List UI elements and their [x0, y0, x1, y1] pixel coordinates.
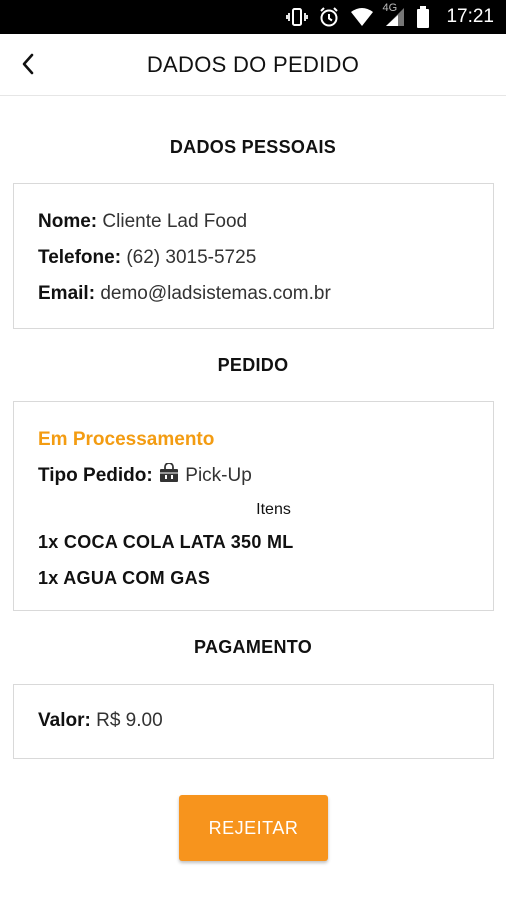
order-status: Em Processamento	[38, 429, 215, 450]
order-item: 1x AGUA COM GAS	[38, 568, 211, 588]
status-bar: 4G 17:21	[0, 0, 506, 34]
items-label: Itens	[256, 501, 291, 518]
payment-value: R$ 9.00	[96, 710, 163, 731]
payment-value-label: Valor:	[38, 710, 91, 731]
battery-icon	[416, 6, 430, 28]
payment-card: Valor: R$ 9.00	[13, 684, 494, 759]
network-type-label: 4G	[382, 2, 398, 14]
personal-section-title: DADOS PESSOAIS	[169, 137, 337, 157]
cell-signal-icon: 4G	[382, 2, 406, 28]
shopping-bag-icon	[158, 460, 180, 496]
order-item: 1x COCA COLA LATA 350 ML	[38, 532, 294, 552]
name-row: Nome: Cliente Lad Food	[38, 204, 469, 240]
order-type-label: Tipo Pedido:	[38, 465, 153, 486]
phone-row: Telefone: (62) 3015-5725	[38, 240, 469, 276]
status-time: 17:21	[446, 6, 494, 27]
phone-label: Telefone:	[38, 247, 122, 268]
name-label: Nome:	[38, 211, 98, 232]
back-arrow-icon	[22, 53, 34, 75]
app-bar: DADOS DO PEDIDO	[0, 34, 506, 96]
phone-value: (62) 3015-5725	[126, 247, 257, 268]
personal-card: Nome: Cliente Lad Food Telefone: (62) 30…	[13, 183, 494, 329]
alarm-icon	[318, 6, 340, 28]
order-type-row: Tipo Pedido: Pick-Up	[38, 458, 469, 496]
email-value: demo@ladsistemas.com.br	[100, 283, 331, 304]
payment-value-row: Valor: R$ 9.00	[38, 703, 469, 739]
page-title: DADOS DO PEDIDO	[146, 51, 360, 77]
back-button[interactable]	[14, 50, 42, 78]
email-row: Email: demo@ladsistemas.com.br	[38, 276, 469, 312]
vibrate-icon	[286, 6, 309, 28]
email-label: Email:	[38, 283, 96, 304]
name-value: Cliente Lad Food	[102, 211, 248, 232]
wifi-icon	[350, 6, 374, 28]
payment-section-title: PAGAMENTO	[193, 637, 313, 657]
order-card: Em Processamento Tipo Pedido: Pick-Up It…	[13, 401, 494, 611]
order-section-title: PEDIDO	[217, 355, 289, 375]
reject-button[interactable]: REJEITAR	[179, 795, 328, 861]
order-type-value: Pick-Up	[185, 465, 252, 486]
